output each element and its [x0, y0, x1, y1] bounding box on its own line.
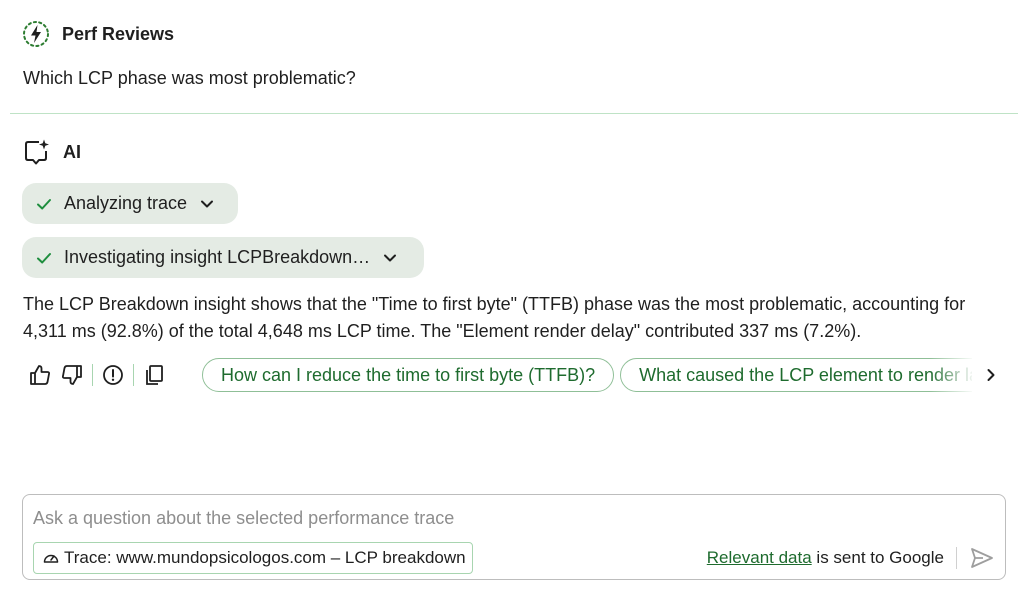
- data-disclaimer: Relevant data is sent to Google: [707, 548, 944, 568]
- suggestion-chips: How can I reduce the time to first byte …: [202, 358, 972, 394]
- thumbs-down-icon: [62, 365, 82, 385]
- user-message-header: Perf Reviews: [22, 20, 174, 48]
- ai-answer-text: The LCP Breakdown insight shows that the…: [23, 294, 966, 341]
- disclaimer-text: is sent to Google: [811, 548, 944, 567]
- check-icon: [37, 198, 51, 209]
- relevant-data-link[interactable]: Relevant data: [707, 548, 812, 567]
- step-investigating-insight[interactable]: Investigating insight LCPBreakdown…: [22, 237, 424, 278]
- chips-fade-overlay: [930, 358, 975, 394]
- ai-assistance-panel: Perf Reviews Which LCP phase was most pr…: [0, 0, 1030, 590]
- chevron-down-icon: [201, 200, 214, 207]
- chat-input-box[interactable]: Ask a question about the selected perfor…: [22, 494, 1006, 580]
- scroll-suggestions-right-button[interactable]: [980, 364, 1002, 386]
- message-divider: [10, 113, 1018, 114]
- step-analyzing-trace[interactable]: Analyzing trace: [22, 183, 238, 224]
- report-issue-button[interactable]: [97, 360, 129, 390]
- ai-chat-sparkle-icon: [25, 139, 49, 165]
- ai-message-header: AI: [23, 138, 81, 166]
- trace-context-label: Trace: www.mundopsicologos.com – LCP bre…: [64, 548, 466, 567]
- suggestion-chip[interactable]: How can I reduce the time to first byte …: [202, 358, 615, 392]
- step-label: Analyzing trace: [64, 193, 188, 213]
- chat-input-placeholder[interactable]: Ask a question about the selected perfor…: [33, 508, 454, 529]
- chevron-right-icon: [987, 369, 995, 381]
- user-name: Perf Reviews: [62, 23, 175, 44]
- copy-icon: [146, 365, 163, 385]
- check-icon: [37, 252, 51, 263]
- response-actions: [24, 360, 170, 390]
- actions-separator: [92, 364, 93, 386]
- thumbs-down-button[interactable]: [56, 360, 88, 390]
- perf-lightning-icon: [23, 21, 49, 47]
- step-label: Investigating insight LCPBreakdown…: [64, 247, 371, 267]
- alert-circle-icon: [103, 365, 123, 385]
- thumbs-up-icon: [30, 365, 50, 385]
- suggestion-chip[interactable]: What caused the LCP element to render la…: [620, 358, 972, 392]
- chevron-down-icon: [384, 254, 397, 261]
- send-button[interactable]: [969, 546, 995, 570]
- send-icon: [971, 548, 993, 568]
- thumbs-up-button[interactable]: [24, 360, 56, 390]
- input-separator: [956, 547, 957, 569]
- copy-button[interactable]: [138, 360, 170, 390]
- trace-context-chip[interactable]: Trace: www.mundopsicologos.com – LCP bre…: [33, 542, 473, 574]
- ai-name: AI: [63, 141, 81, 162]
- actions-separator: [133, 364, 134, 386]
- user-question: Which LCP phase was most problematic?: [23, 68, 356, 88]
- gauge-icon: [43, 554, 59, 563]
